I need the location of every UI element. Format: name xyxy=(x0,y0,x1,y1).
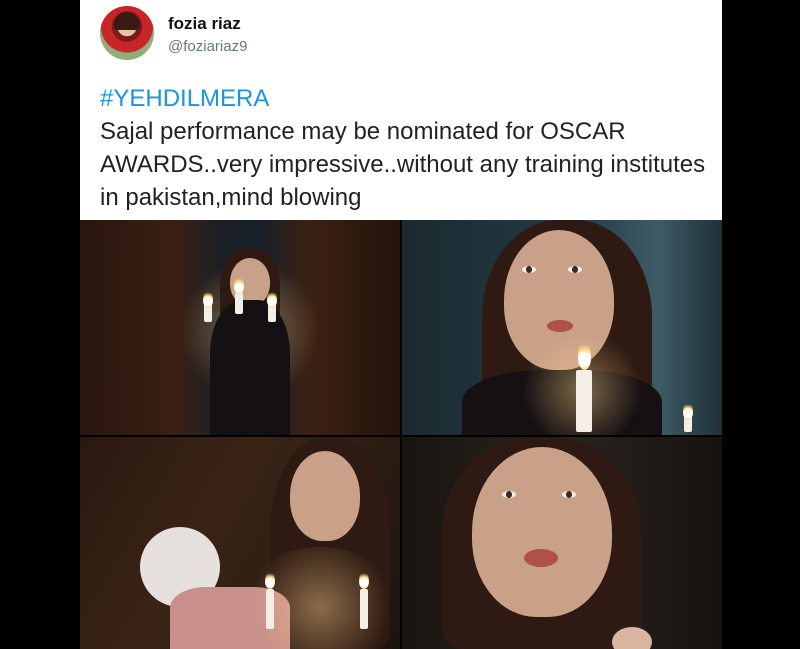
media-image-2[interactable] xyxy=(402,220,722,435)
avatar[interactable] xyxy=(100,6,154,60)
tweet-card: fozia riaz @foziariaz9 #YEHDILMERA Sajal… xyxy=(80,0,722,649)
media-image-1[interactable] xyxy=(80,220,400,435)
media-grid[interactable] xyxy=(80,220,722,649)
media-image-4[interactable] xyxy=(402,437,722,649)
tweet-text: #YEHDILMERA Sajal performance may be nom… xyxy=(100,82,710,214)
tweet-body: Sajal performance may be nominated for O… xyxy=(100,118,706,211)
media-image-3[interactable] xyxy=(80,437,400,649)
display-name[interactable]: fozia riaz xyxy=(168,14,241,34)
hashtag-link[interactable]: #YEHDILMERA xyxy=(100,82,710,115)
user-handle[interactable]: @foziariaz9 xyxy=(168,38,247,55)
